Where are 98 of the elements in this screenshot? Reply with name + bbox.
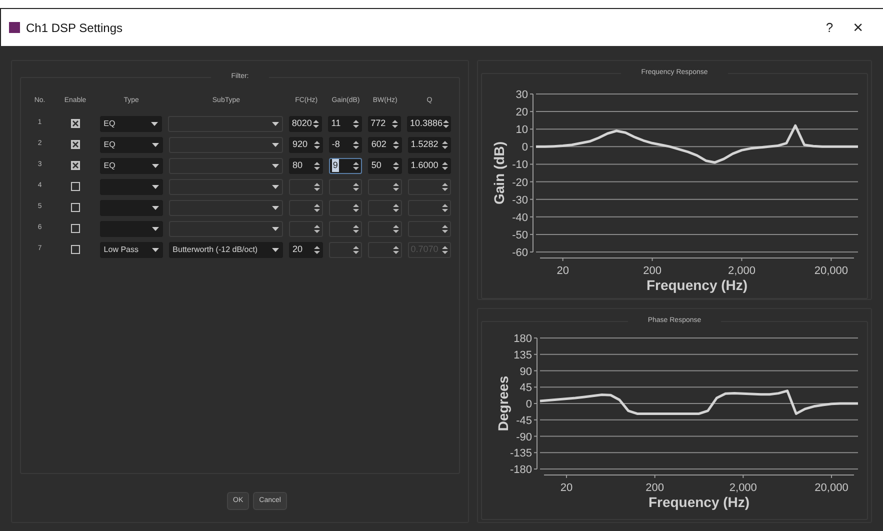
close-button[interactable]: × [843, 14, 873, 40]
dropdown-arrow-icon [152, 248, 159, 252]
spin-field[interactable]: 50 [368, 158, 402, 174]
spin-field[interactable]: 920 [289, 136, 323, 152]
tick-label: 45 [520, 382, 532, 394]
axis-title: Frequency (Hz) [648, 494, 750, 510]
spin-arrows-icon [314, 224, 320, 234]
spin-field[interactable]: 602 [368, 136, 402, 152]
tick-label: 20 [516, 106, 528, 119]
spin-arrows-icon [353, 140, 360, 150]
checkbox[interactable] [70, 161, 80, 170]
spin-arrows-icon [442, 182, 448, 192]
spin-arrows-icon [442, 224, 448, 234]
dropdown-arrow-icon [152, 206, 159, 210]
spin-arrows-icon [392, 118, 398, 128]
dropdown[interactable]: Butterworth (-12 dB/oct) [168, 242, 284, 258]
spin-arrows-icon [314, 160, 320, 170]
tick-label: -40 [512, 212, 528, 224]
spin-arrows-icon [392, 224, 399, 234]
spin-arrows-icon [352, 118, 359, 128]
spin-arrows-icon [442, 244, 448, 254]
spin-arrows-icon [353, 224, 360, 234]
tick-label: -30 [512, 194, 528, 206]
spin-field[interactable]: 9 [328, 158, 362, 174]
spin-arrows-icon [442, 118, 449, 128]
axis-title: Frequency (Hz) [646, 277, 748, 293]
spin-arrows-icon [353, 182, 360, 192]
spin-field[interactable]: 8020 [288, 116, 322, 132]
tick-label: -90 [516, 431, 532, 444]
spin-field[interactable]: 1.5282 [408, 136, 452, 152]
checkbox[interactable] [70, 119, 80, 128]
spin-arrows-icon [442, 140, 448, 150]
dropdown-arrow-icon [272, 206, 280, 210]
dropdown-arrow-icon [152, 164, 159, 168]
spin-arrows-icon [392, 202, 399, 212]
tick-label: 10 [516, 124, 528, 136]
tick-label: 20,000 [814, 482, 848, 494]
spin-field[interactable]: 80 [289, 158, 323, 174]
tick-label: 90 [520, 366, 532, 378]
tick-label: 0 [526, 398, 532, 410]
tick-label: 135 [514, 349, 532, 362]
spin-field[interactable]: 10.3886 [406, 116, 451, 132]
tick-label: 200 [643, 265, 662, 277]
tick-label: -180 [510, 464, 532, 476]
dropdown[interactable]: EQ [100, 136, 163, 152]
tick-label: 30 [516, 89, 528, 101]
spin-arrows-icon [314, 202, 320, 212]
axis-title: Gain (dB) [491, 142, 507, 204]
tick-label: 0 [522, 142, 528, 154]
tick-label: 20 [560, 482, 573, 494]
spin-arrows-icon [353, 202, 360, 212]
spin-arrows-icon [314, 140, 320, 150]
spin-arrows-icon [353, 160, 360, 170]
tick-label: 200 [646, 482, 664, 494]
spin-arrows-icon [392, 160, 399, 170]
dropdown-arrow-icon [152, 226, 159, 230]
dropdown-arrow-icon [272, 184, 280, 188]
help-button[interactable]: ? [816, 18, 844, 38]
tick-label: 180 [514, 333, 532, 345]
spin-field[interactable]: -8 [328, 136, 362, 152]
spin-arrows-icon [392, 182, 399, 192]
dropdown-arrow-icon [152, 142, 159, 146]
checkbox[interactable] [70, 140, 80, 149]
tick-label: -10 [512, 159, 528, 172]
tick-label: -50 [512, 229, 528, 242]
axis-title: Degrees [495, 376, 511, 432]
spin-field[interactable]: 20 [289, 242, 323, 258]
dropdown-arrow-icon [272, 142, 280, 146]
dropdown-arrow-icon [272, 122, 279, 126]
spin-arrows-icon [313, 118, 320, 128]
tick-label: -135 [510, 448, 532, 460]
tick-label: 2,000 [728, 265, 756, 277]
window-title: Ch1 DSP Settings [26, 20, 122, 36]
spin-arrows-icon [392, 244, 399, 254]
tick-label: -60 [512, 247, 528, 259]
spin-arrows-icon [392, 140, 399, 150]
dropdown[interactable]: Low Pass [100, 242, 163, 258]
app-icon [9, 22, 20, 33]
spin-arrows-icon [442, 202, 448, 212]
dropdown-arrow-icon [151, 122, 158, 126]
dropdown-arrow-icon [272, 226, 280, 230]
spin-field[interactable]: 1.6000 [408, 158, 452, 174]
dropdown[interactable]: EQ [100, 158, 163, 174]
dropdown[interactable]: EQ [100, 116, 162, 132]
spin-field[interactable]: 772 [368, 116, 401, 132]
dropdown-arrow-icon [272, 248, 280, 252]
tick-label: 20 [556, 265, 569, 277]
spin-field[interactable]: 11 [328, 116, 362, 132]
tick-label: -45 [516, 414, 532, 427]
tick-label: 20,000 [814, 265, 848, 277]
tick-label: -20 [512, 176, 528, 189]
spin-arrows-icon [314, 244, 320, 254]
dropdown-arrow-icon [152, 184, 159, 188]
dropdown-arrow-icon [272, 164, 280, 168]
spin-arrows-icon [353, 244, 360, 254]
tick-label: 2,000 [729, 482, 757, 494]
spin-arrows-icon [442, 160, 448, 170]
spin-arrows-icon [314, 182, 320, 192]
